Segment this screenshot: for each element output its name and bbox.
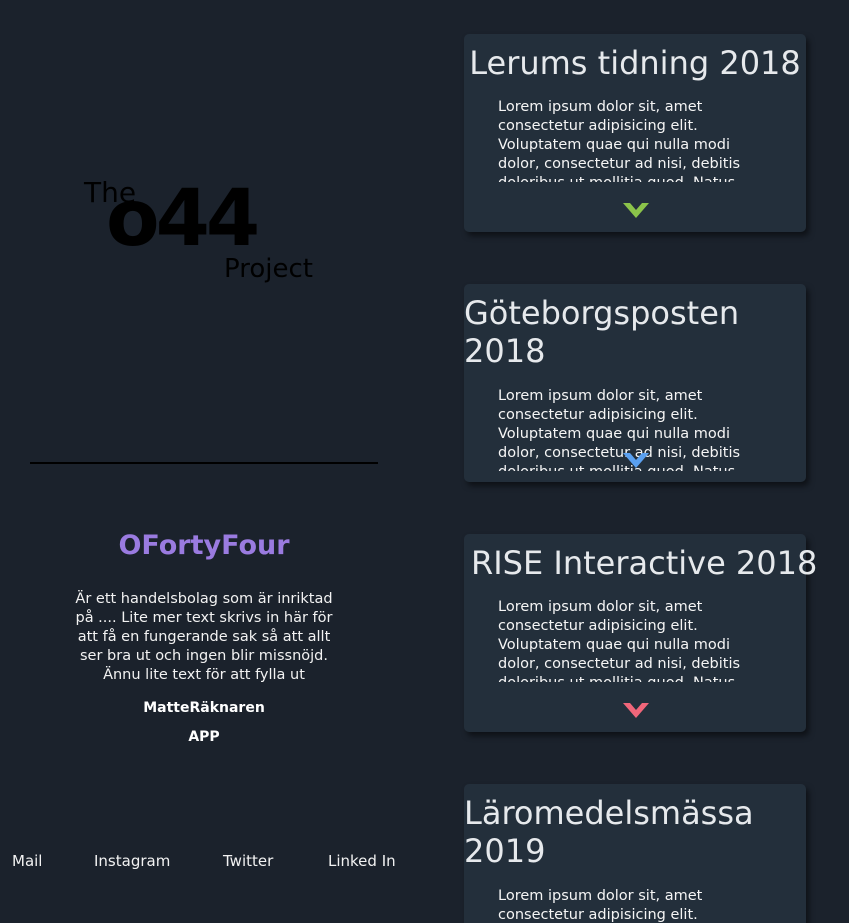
chevron-down-icon[interactable] <box>622 202 650 220</box>
logo-number: o44 <box>106 174 260 264</box>
o44-logo: The o44 Project <box>80 170 340 290</box>
card-title: Göteborgsposten 2018 <box>464 294 740 370</box>
card-text: Lorem ipsum dolor sit, amet consectetur … <box>498 888 703 923</box>
divider <box>30 462 378 464</box>
brand-description: Är ett handelsbolag som är inriktad på .… <box>75 591 333 683</box>
chevron-down-icon[interactable] <box>622 702 650 720</box>
card-title: RISE Interactive 2018 <box>471 544 818 582</box>
card-text: Lorem ipsum dolor sit, amet consectetur … <box>498 99 741 182</box>
matte-raknaren-link[interactable]: MatteRäknaren <box>0 700 408 716</box>
project-card-laromedelsmassa[interactable]: Läromedelsmässa 2019 Lorem ipsum dolor s… <box>464 784 806 923</box>
logo-project: Project <box>224 254 313 284</box>
card-title: Läromedelsmässa 2019 <box>464 794 754 870</box>
brand-name: OFortyFour <box>118 530 290 561</box>
card-title: Lerums tidning 2018 <box>469 44 801 82</box>
nav-linkedin[interactable]: Linked In <box>328 852 396 870</box>
nav-instagram[interactable]: Instagram <box>94 852 170 870</box>
chevron-down-icon[interactable] <box>622 452 650 470</box>
project-card-goteborgsposten[interactable]: Göteborgsposten 2018 Lorem ipsum dolor s… <box>464 284 806 482</box>
nav-twitter[interactable]: Twitter <box>223 852 273 870</box>
project-card-lerums[interactable]: Lerums tidning 2018 Lorem ipsum dolor si… <box>464 34 806 232</box>
project-card-rise[interactable]: RISE Interactive 2018 Lorem ipsum dolor … <box>464 534 817 732</box>
left-panel: The o44 Project OFortyFour Är ett handel… <box>0 0 430 923</box>
nav-mail[interactable]: Mail <box>12 852 42 870</box>
card-text: Lorem ipsum dolor sit, amet consectetur … <box>498 599 741 682</box>
app-link[interactable]: APP <box>0 729 408 745</box>
